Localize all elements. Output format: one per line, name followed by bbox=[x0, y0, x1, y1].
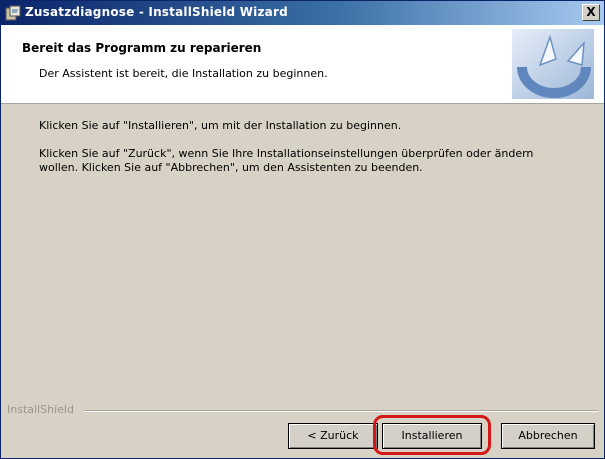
installshield-wizard-window: Zusatzdiagnose - InstallShield Wizard X … bbox=[0, 0, 605, 459]
wizard-header: Bereit das Programm zu reparieren Der As… bbox=[1, 25, 604, 104]
install-button[interactable]: Installieren bbox=[382, 423, 482, 449]
installshield-logo bbox=[512, 29, 594, 99]
window-title: Zusatzdiagnose - InstallShield Wizard bbox=[25, 5, 288, 19]
instruction-text-install: Klicken Sie auf "Installieren", um mit d… bbox=[39, 119, 402, 132]
page-title: Bereit das Programm zu reparieren bbox=[22, 41, 262, 55]
instruction-text-back-cancel: Klicken Sie auf "Zurück", wenn Sie Ihre … bbox=[39, 147, 534, 174]
installshield-brand-label: InstallShield bbox=[7, 403, 78, 416]
back-button[interactable]: < Zurück bbox=[288, 423, 378, 449]
footer-divider bbox=[85, 410, 598, 412]
cancel-button[interactable]: Abbrechen bbox=[501, 423, 595, 449]
wizard-content: Klicken Sie auf "Installieren", um mit d… bbox=[1, 104, 604, 394]
page-subtitle: Der Assistent ist bereit, die Installati… bbox=[39, 67, 328, 80]
title-bar[interactable]: Zusatzdiagnose - InstallShield Wizard X bbox=[1, 1, 604, 25]
close-icon[interactable]: X bbox=[582, 4, 600, 21]
installshield-app-icon bbox=[5, 5, 21, 21]
